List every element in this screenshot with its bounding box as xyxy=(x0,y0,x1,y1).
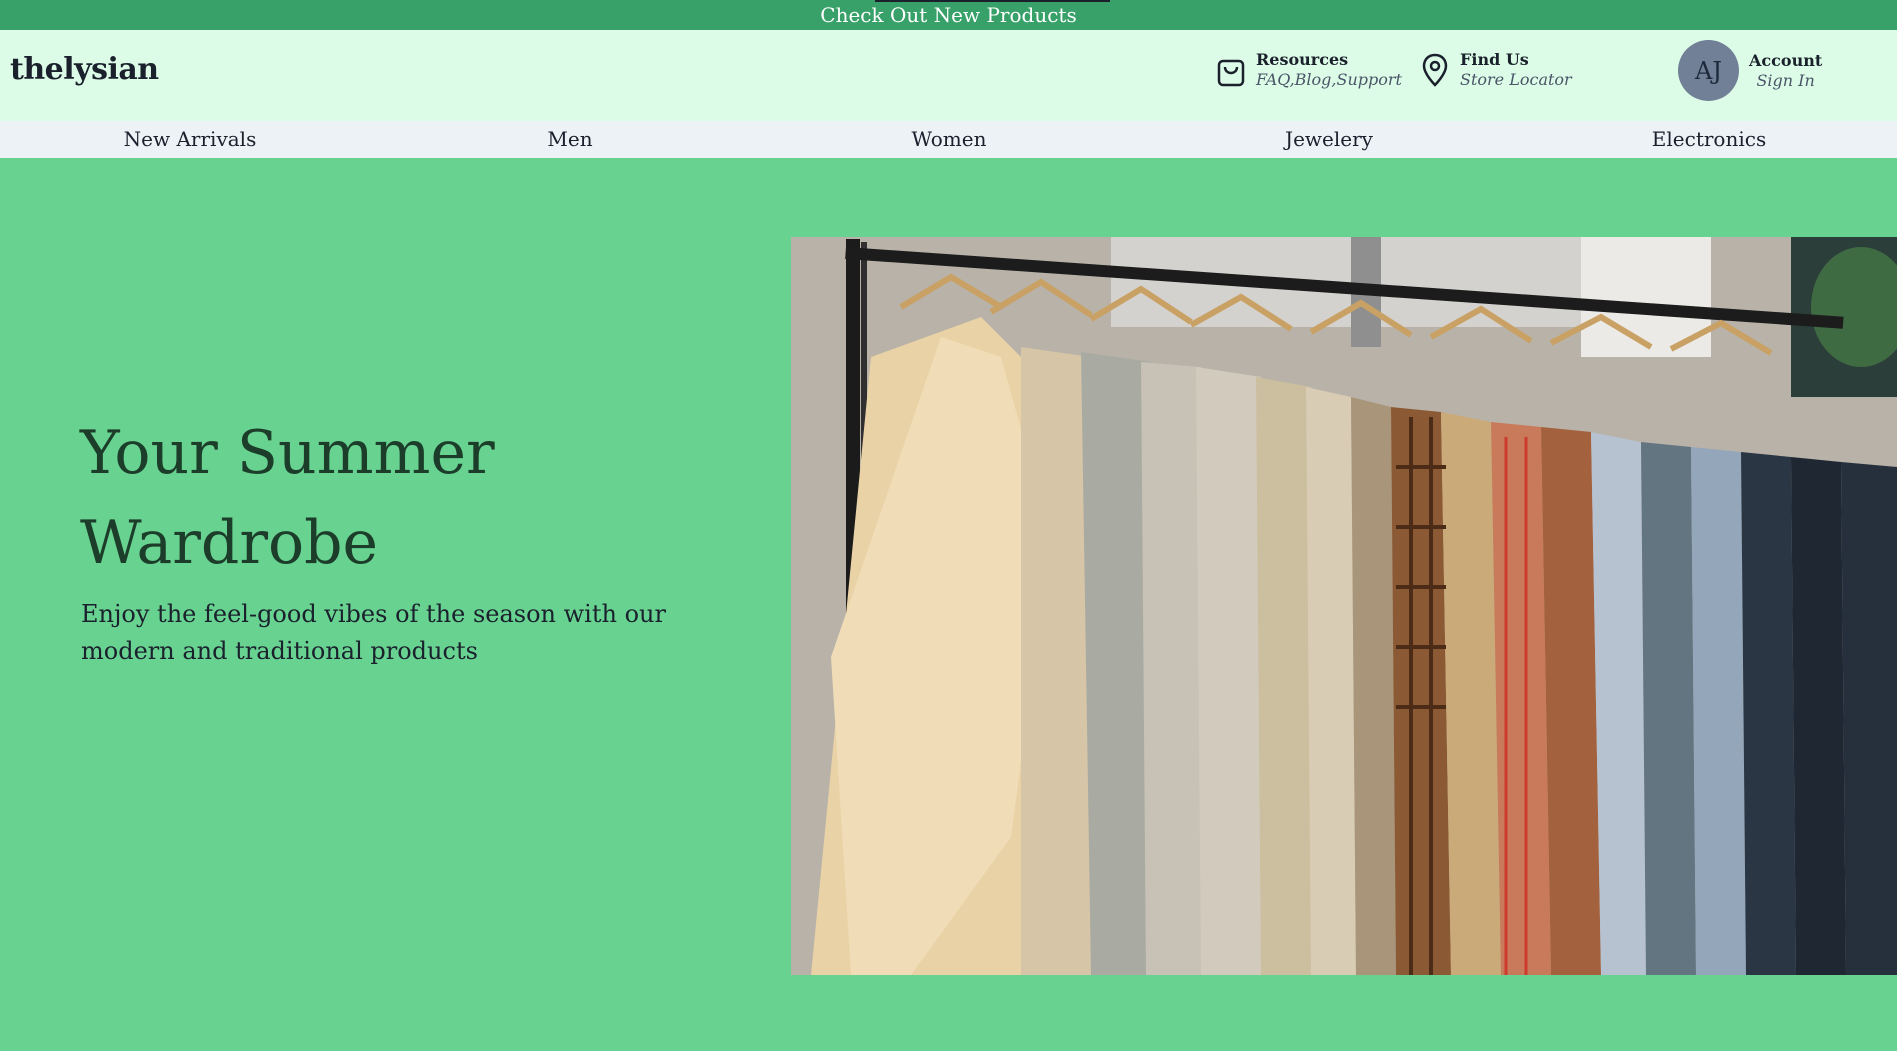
hero-title: Your Summer Wardrobe xyxy=(80,418,495,578)
resources-link[interactable]: Resources FAQ,Blog,Support xyxy=(1214,50,1402,90)
resources-subtitle: FAQ,Blog,Support xyxy=(1256,70,1402,89)
resources-title: Resources xyxy=(1256,50,1349,69)
find-us-title: Find Us xyxy=(1460,50,1529,69)
account-title: Account xyxy=(1749,50,1823,70)
nav-item-men[interactable]: Men xyxy=(547,121,592,158)
hero-subtitle: Enjoy the feel-good vibes of the season … xyxy=(81,600,666,665)
site-header: thelysian Resources FAQ,Blog,Support Fin… xyxy=(0,30,1897,121)
shopping-bag-icon xyxy=(1214,50,1248,90)
find-us-link[interactable]: Find Us Store Locator xyxy=(1418,50,1572,90)
avatar[interactable]: AJ xyxy=(1678,40,1739,101)
announcement-text[interactable]: Check Out New Products xyxy=(820,3,1076,27)
account-link[interactable]: AJ Account Sign In xyxy=(1678,40,1822,101)
nav-item-new-arrivals[interactable]: New Arrivals xyxy=(124,121,257,158)
map-pin-icon xyxy=(1418,50,1452,90)
sign-in-link[interactable]: Sign In xyxy=(1749,71,1822,91)
hero-image xyxy=(791,237,1897,975)
nav-item-electronics[interactable]: Electronics xyxy=(1652,121,1766,158)
site-logo[interactable]: thelysian xyxy=(10,52,159,87)
find-us-subtitle: Store Locator xyxy=(1460,70,1572,89)
announcement-bar[interactable]: Check Out New Products xyxy=(0,0,1897,30)
announcement-underline xyxy=(875,0,1110,2)
nav-item-jewelery[interactable]: Jewelery xyxy=(1285,121,1373,158)
nav-item-women[interactable]: Women xyxy=(912,121,987,158)
category-nav: New Arrivals Men Women Jewelery Electron… xyxy=(0,121,1897,158)
